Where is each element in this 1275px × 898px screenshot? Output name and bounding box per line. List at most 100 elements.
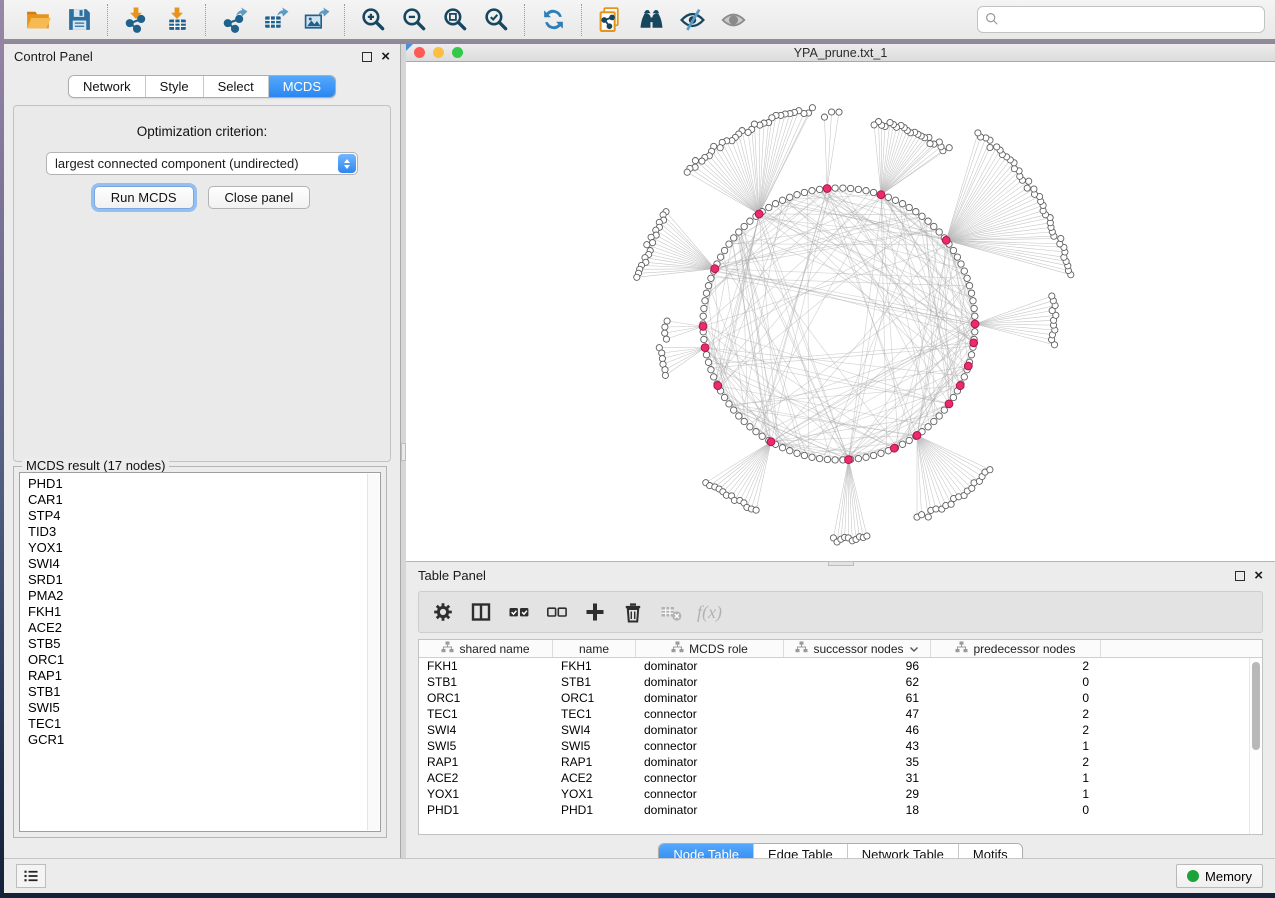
export-network-icon[interactable] — [218, 4, 250, 36]
table-cell: YOX1 — [553, 786, 636, 802]
mcds-result-item[interactable]: CAR1 — [22, 492, 366, 508]
mcds-result-item[interactable]: YOX1 — [22, 540, 366, 556]
table-body: FKH1FKH1dominator962STB1STB1dominator620… — [419, 658, 1249, 834]
panel-menu-button[interactable] — [16, 864, 46, 888]
table-cell: dominator — [636, 690, 784, 706]
table-panel-title: Table Panel — [418, 568, 486, 583]
column-header-name[interactable]: name — [553, 640, 636, 657]
list-icon — [22, 867, 40, 885]
mcds-result-item[interactable]: STB1 — [22, 684, 366, 700]
show-hidden-icon[interactable] — [717, 4, 749, 36]
table-row[interactable]: ACE2ACE2connector311 — [419, 770, 1249, 786]
zoom-in-icon[interactable] — [357, 4, 389, 36]
table-cell: RAP1 — [419, 754, 553, 770]
mcds-result-item[interactable]: STP4 — [22, 508, 366, 524]
table-scrollbar[interactable] — [1249, 658, 1262, 834]
clear-selection-icon[interactable] — [545, 600, 569, 624]
mcds-result-item[interactable]: TEC1 — [22, 716, 366, 732]
mcds-list-scrollbar[interactable] — [367, 474, 379, 830]
mcds-result-item[interactable]: TID3 — [22, 524, 366, 540]
table-cell: dominator — [636, 722, 784, 738]
add-column-icon[interactable] — [583, 600, 607, 624]
shared-column-icon — [671, 641, 684, 656]
mcds-result-item[interactable]: STB5 — [22, 636, 366, 652]
refresh-icon[interactable] — [537, 4, 569, 36]
column-label: MCDS role — [689, 642, 748, 656]
network-window: YPA_prune.txt_1 — [406, 44, 1275, 561]
save-icon[interactable] — [63, 4, 95, 36]
mcds-result-item[interactable]: SWI4 — [22, 556, 366, 572]
mcds-result-item[interactable]: ORC1 — [22, 652, 366, 668]
mcds-result-item[interactable]: PMA2 — [22, 588, 366, 604]
float-table-panel-icon[interactable] — [1235, 571, 1245, 581]
tab-select[interactable]: Select — [203, 76, 268, 97]
search-input[interactable] — [977, 6, 1265, 33]
table-cell: 0 — [931, 802, 1101, 818]
table-row[interactable]: STB1STB1dominator620 — [419, 674, 1249, 690]
mcds-result-item[interactable]: RAP1 — [22, 668, 366, 684]
table-row[interactable]: SWI5SWI5connector431 — [419, 738, 1249, 754]
zoom-fit-icon[interactable] — [439, 4, 471, 36]
import-table-icon[interactable] — [161, 4, 193, 36]
tab-mcds[interactable]: MCDS — [268, 76, 335, 97]
table-cell: 2 — [931, 754, 1101, 770]
export-table-icon[interactable] — [259, 4, 291, 36]
table-row[interactable]: FKH1FKH1dominator962 — [419, 658, 1249, 674]
hide-selected-icon[interactable] — [676, 4, 708, 36]
column-header-successor-nodes[interactable]: successor nodes — [784, 640, 931, 657]
memory-status-icon — [1187, 870, 1199, 882]
table-cell: RAP1 — [553, 754, 636, 770]
table-cell: 0 — [931, 690, 1101, 706]
mcds-result-item[interactable]: PHD1 — [22, 476, 366, 492]
table-cell: SWI5 — [419, 738, 553, 754]
first-neighbors-icon[interactable] — [635, 4, 667, 36]
clone-network-icon[interactable] — [594, 4, 626, 36]
show-columns-icon[interactable] — [469, 600, 493, 624]
open-folder-icon[interactable] — [22, 4, 54, 36]
column-header-shared-name[interactable]: shared name — [419, 640, 553, 657]
close-panel-icon[interactable]: × — [381, 52, 390, 62]
table-cell: connector — [636, 770, 784, 786]
mcds-result-group: MCDS result (17 nodes) PHD1CAR1STP4TID3Y… — [13, 466, 387, 838]
mcds-result-item[interactable]: FKH1 — [22, 604, 366, 620]
export-image-icon[interactable] — [300, 4, 332, 36]
search-icon — [985, 12, 999, 26]
column-header-predecessor-nodes[interactable]: predecessor nodes — [931, 640, 1101, 657]
table-row[interactable]: PHD1PHD1dominator180 — [419, 802, 1249, 818]
network-canvas[interactable] — [406, 62, 1275, 561]
table-row[interactable]: YOX1YOX1connector291 — [419, 786, 1249, 802]
mcds-result-item[interactable]: ACE2 — [22, 620, 366, 636]
table-cell: 2 — [931, 658, 1101, 674]
mcds-result-item[interactable]: SRD1 — [22, 572, 366, 588]
close-table-panel-icon[interactable]: × — [1254, 571, 1263, 581]
horizontal-splitter-grip[interactable] — [828, 561, 854, 566]
mcds-result-item[interactable]: SWI5 — [22, 700, 366, 716]
select-all-icon[interactable] — [507, 600, 531, 624]
table-scrollbar-thumb[interactable] — [1252, 662, 1260, 750]
table-cell: dominator — [636, 658, 784, 674]
float-panel-icon[interactable] — [362, 52, 372, 62]
mcds-result-item[interactable]: GCR1 — [22, 732, 366, 748]
table-cell: SWI4 — [419, 722, 553, 738]
delete-column-icon[interactable] — [621, 600, 645, 624]
table-row[interactable]: TEC1TEC1connector472 — [419, 706, 1249, 722]
table-row[interactable]: ORC1ORC1dominator610 — [419, 690, 1249, 706]
zoom-selected-icon[interactable] — [480, 4, 512, 36]
memory-button[interactable]: Memory — [1176, 864, 1263, 888]
table-row[interactable]: SWI4SWI4dominator462 — [419, 722, 1249, 738]
table-cell: 35 — [784, 754, 931, 770]
table-panel: Table Panel × f(x) shared namenameMCDS r… — [406, 561, 1275, 858]
optimization-criterion-select[interactable]: largest connected component (undirected) — [46, 152, 358, 175]
settings-gear-icon[interactable] — [431, 600, 455, 624]
import-network-icon[interactable] — [120, 4, 152, 36]
table-cell: connector — [636, 786, 784, 802]
close-panel-button[interactable]: Close panel — [208, 186, 311, 209]
table-cell: 62 — [784, 674, 931, 690]
column-header-MCDS-role[interactable]: MCDS role — [636, 640, 784, 657]
control-panel-title: Control Panel — [14, 49, 93, 64]
tab-style[interactable]: Style — [145, 76, 203, 97]
run-mcds-button[interactable]: Run MCDS — [94, 186, 194, 209]
zoom-out-icon[interactable] — [398, 4, 430, 36]
tab-network[interactable]: Network — [69, 76, 145, 97]
table-row[interactable]: RAP1RAP1dominator352 — [419, 754, 1249, 770]
